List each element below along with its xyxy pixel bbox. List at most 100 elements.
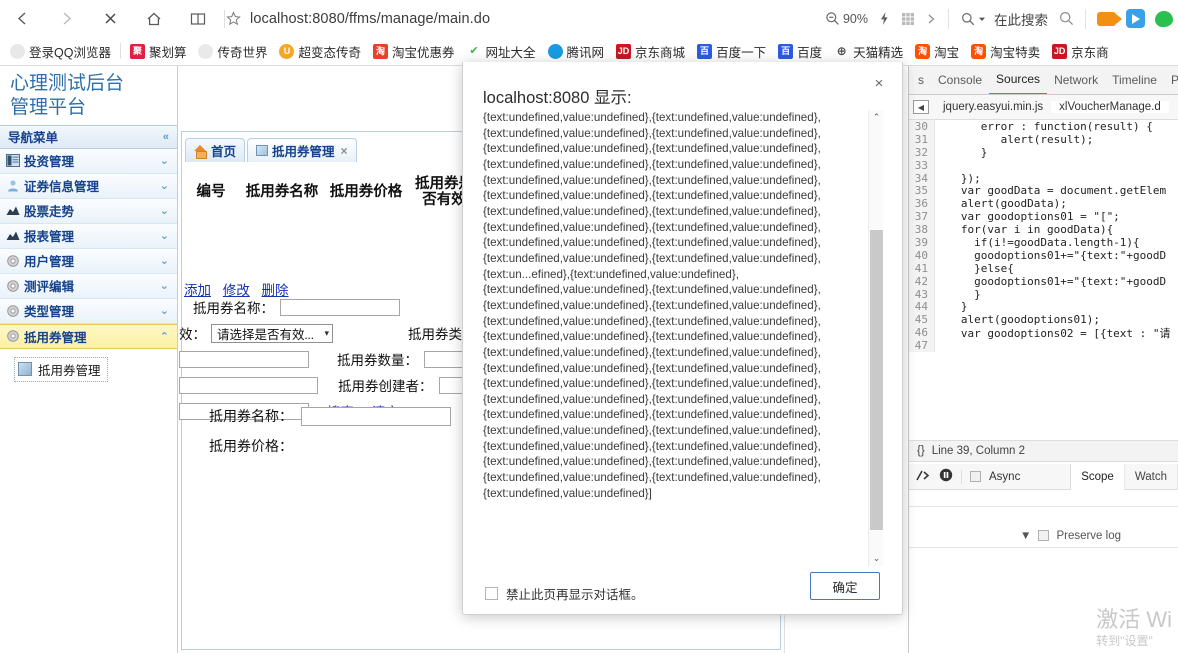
- sidebar-item-0[interactable]: 投资管理 ⌄: [0, 148, 177, 174]
- collapse-icon[interactable]: «: [163, 131, 169, 143]
- sidebar-item-5[interactable]: 测评编辑 ⌄: [0, 273, 177, 299]
- navigator-toggle-icon[interactable]: ◀: [913, 100, 929, 114]
- scrollbar-thumb[interactable]: [870, 230, 883, 530]
- home-icon[interactable]: [132, 0, 176, 37]
- bookmark-item[interactable]: U 超变态传奇: [273, 37, 367, 65]
- bookmark-item[interactable]: 淘淘宝优惠券: [367, 37, 461, 65]
- bookmark-item[interactable]: 登录QQ浏览器: [4, 37, 117, 65]
- sidebar-subitem-0[interactable]: 抵用券管理: [14, 356, 108, 382]
- dialog-text-line: {text:un...efined},{text:undefined,value…: [483, 267, 739, 281]
- sidebar-item-4[interactable]: 用户管理 ⌄: [0, 248, 177, 274]
- tab-close-icon[interactable]: ×: [341, 144, 348, 158]
- chevron-down-icon[interactable]: ⌄: [160, 204, 169, 217]
- watermark-line-2: 转到"设置": [1096, 634, 1153, 648]
- video-player-icon[interactable]: [1121, 0, 1150, 37]
- sidebar-item-6[interactable]: 类型管理 ⌄: [0, 298, 177, 324]
- search-box[interactable]: 在此搜索: [955, 0, 1054, 37]
- apps-grid-icon[interactable]: [896, 0, 920, 37]
- grid-column-header[interactable]: 抵用券名称: [240, 162, 324, 222]
- line-number: 44: [909, 300, 935, 313]
- async-checkbox[interactable]: [970, 471, 981, 482]
- screen-recorder-icon[interactable]: [1092, 0, 1122, 37]
- panel-divider: [909, 506, 1178, 507]
- devtools-tab-pr[interactable]: Pr: [1164, 66, 1178, 94]
- app-brand: 心理测试后台 管理平台: [0, 66, 177, 125]
- devtools-watch-tab[interactable]: Watch: [1125, 464, 1178, 490]
- suppress-dialogs-row[interactable]: 禁止此页再显示对话框。: [485, 584, 644, 603]
- devtools-tab-sources[interactable]: Sources: [989, 66, 1048, 94]
- dialog-text-line: {text:undefined,value:undefined},{text:u…: [483, 251, 821, 265]
- nav-menu-header[interactable]: 导航菜单 «: [0, 124, 177, 149]
- tab-0[interactable]: 首页: [185, 138, 246, 162]
- sidebar-item-label: 测评编辑: [24, 280, 75, 295]
- ok-button[interactable]: 确定: [810, 572, 880, 600]
- chevron-up-icon[interactable]: ⌃: [160, 330, 169, 343]
- format-braces-icon[interactable]: {}: [917, 445, 925, 457]
- devtools-file-tab[interactable]: jquery.easyui.min.js: [935, 101, 1051, 113]
- search-valid-select[interactable]: 请选择是否有效... ▾: [211, 323, 333, 343]
- suppress-dialogs-checkbox[interactable]: [485, 587, 498, 600]
- devtools-tab-console[interactable]: Console: [931, 66, 989, 94]
- chevron-down-icon[interactable]: ⌄: [160, 279, 169, 292]
- source-code-viewer[interactable]: 30 error : function(result) {31 alert(re…: [909, 120, 1178, 432]
- chevron-down-icon[interactable]: ⌄: [160, 254, 169, 267]
- sidebar-item-7[interactable]: 抵用券管理 ⌃: [0, 323, 177, 349]
- grid-column-header[interactable]: 抵用券价格: [324, 162, 408, 222]
- bookmark-star-icon[interactable]: [222, 8, 244, 30]
- devtools-tab-network[interactable]: Network: [1047, 66, 1105, 94]
- search-submit-icon[interactable]: [1054, 0, 1079, 37]
- sidebar-item-content: 抵用券管理: [6, 327, 87, 346]
- filter-caret-icon[interactable]: ▼: [1020, 530, 1031, 542]
- forward-icon[interactable]: [44, 0, 88, 37]
- wechat-icon[interactable]: [1150, 0, 1178, 37]
- line-number: 35: [909, 184, 935, 197]
- grid-column-header[interactable]: 编号: [182, 162, 240, 222]
- back-icon[interactable]: [0, 0, 44, 37]
- pretty-print-icon[interactable]: [915, 469, 931, 485]
- preserve-log-checkbox[interactable]: [1038, 530, 1050, 541]
- sidebar-item-3[interactable]: 报表管理 ⌄: [0, 223, 177, 249]
- bookmark-label: 超变态传奇: [298, 45, 361, 60]
- chevron-down-icon[interactable]: ⌄: [160, 154, 169, 167]
- chevron-down-icon[interactable]: ⌄: [160, 229, 169, 242]
- chevron-down-icon[interactable]: ⌄: [160, 304, 169, 317]
- reader-mode-icon[interactable]: [176, 0, 220, 37]
- dialog-text-line: {text:undefined,value:undefined},{text:u…: [483, 283, 821, 297]
- sidebar-item-content: 测评编辑: [6, 276, 74, 295]
- search-name-input[interactable]: [280, 298, 400, 316]
- devtools-tab-timeline[interactable]: Timeline: [1105, 66, 1164, 94]
- devtools-file-tab[interactable]: xlVoucherManage.d: [1051, 101, 1169, 113]
- zoom-control[interactable]: 90%: [820, 0, 873, 37]
- scroll-down-icon[interactable]: ⌄: [869, 551, 883, 566]
- devtools-tab-s[interactable]: s: [911, 66, 931, 94]
- search-field-a[interactable]: [179, 350, 309, 368]
- bookmark-item[interactable]: 聚聚划算: [124, 37, 193, 65]
- detail-name-input[interactable]: [301, 406, 451, 426]
- search-field-b[interactable]: [179, 376, 318, 394]
- sidebar-item-2[interactable]: 股票走势 ⌄: [0, 198, 177, 224]
- sidebar-item-1[interactable]: 证券信息管理 ⌄: [0, 173, 177, 199]
- close-icon[interactable]: ×: [868, 72, 890, 94]
- stop-icon[interactable]: [88, 0, 132, 37]
- gear-icon: [6, 254, 20, 268]
- dialog-scrollbar[interactable]: ⌃ ⌄: [868, 110, 883, 566]
- code-line: 34 });: [909, 172, 1178, 185]
- overflow-chevron-icon[interactable]: [920, 0, 942, 37]
- chevron-down-icon[interactable]: ⌄: [160, 179, 169, 192]
- bookmark-label: 百度一下: [716, 45, 767, 60]
- bookmark-item[interactable]: 淘淘宝特卖: [965, 37, 1046, 65]
- tab-1[interactable]: 抵用券管理 ×: [247, 138, 357, 162]
- pause-icon[interactable]: [939, 468, 953, 485]
- address-bar[interactable]: localhost:8080/ffms/manage/main.do: [222, 6, 490, 31]
- bookmark-label: 京东商: [1071, 45, 1109, 60]
- devtools-scope-tab[interactable]: Scope: [1071, 464, 1125, 490]
- bookmark-item[interactable]: 传奇世界: [192, 37, 273, 65]
- bookmark-item[interactable]: 淘淘宝: [909, 37, 965, 65]
- suppress-dialogs-label: 禁止此页再显示对话框。: [506, 588, 644, 602]
- search-placeholder[interactable]: 在此搜索: [994, 9, 1048, 29]
- url-text[interactable]: localhost:8080/ffms/manage/main.do: [250, 11, 490, 27]
- bookmark-item[interactable]: JD 京东商: [1046, 37, 1115, 65]
- chart-icon: [6, 229, 20, 243]
- scroll-up-icon[interactable]: ⌃: [869, 110, 883, 125]
- lightning-icon[interactable]: [873, 0, 896, 37]
